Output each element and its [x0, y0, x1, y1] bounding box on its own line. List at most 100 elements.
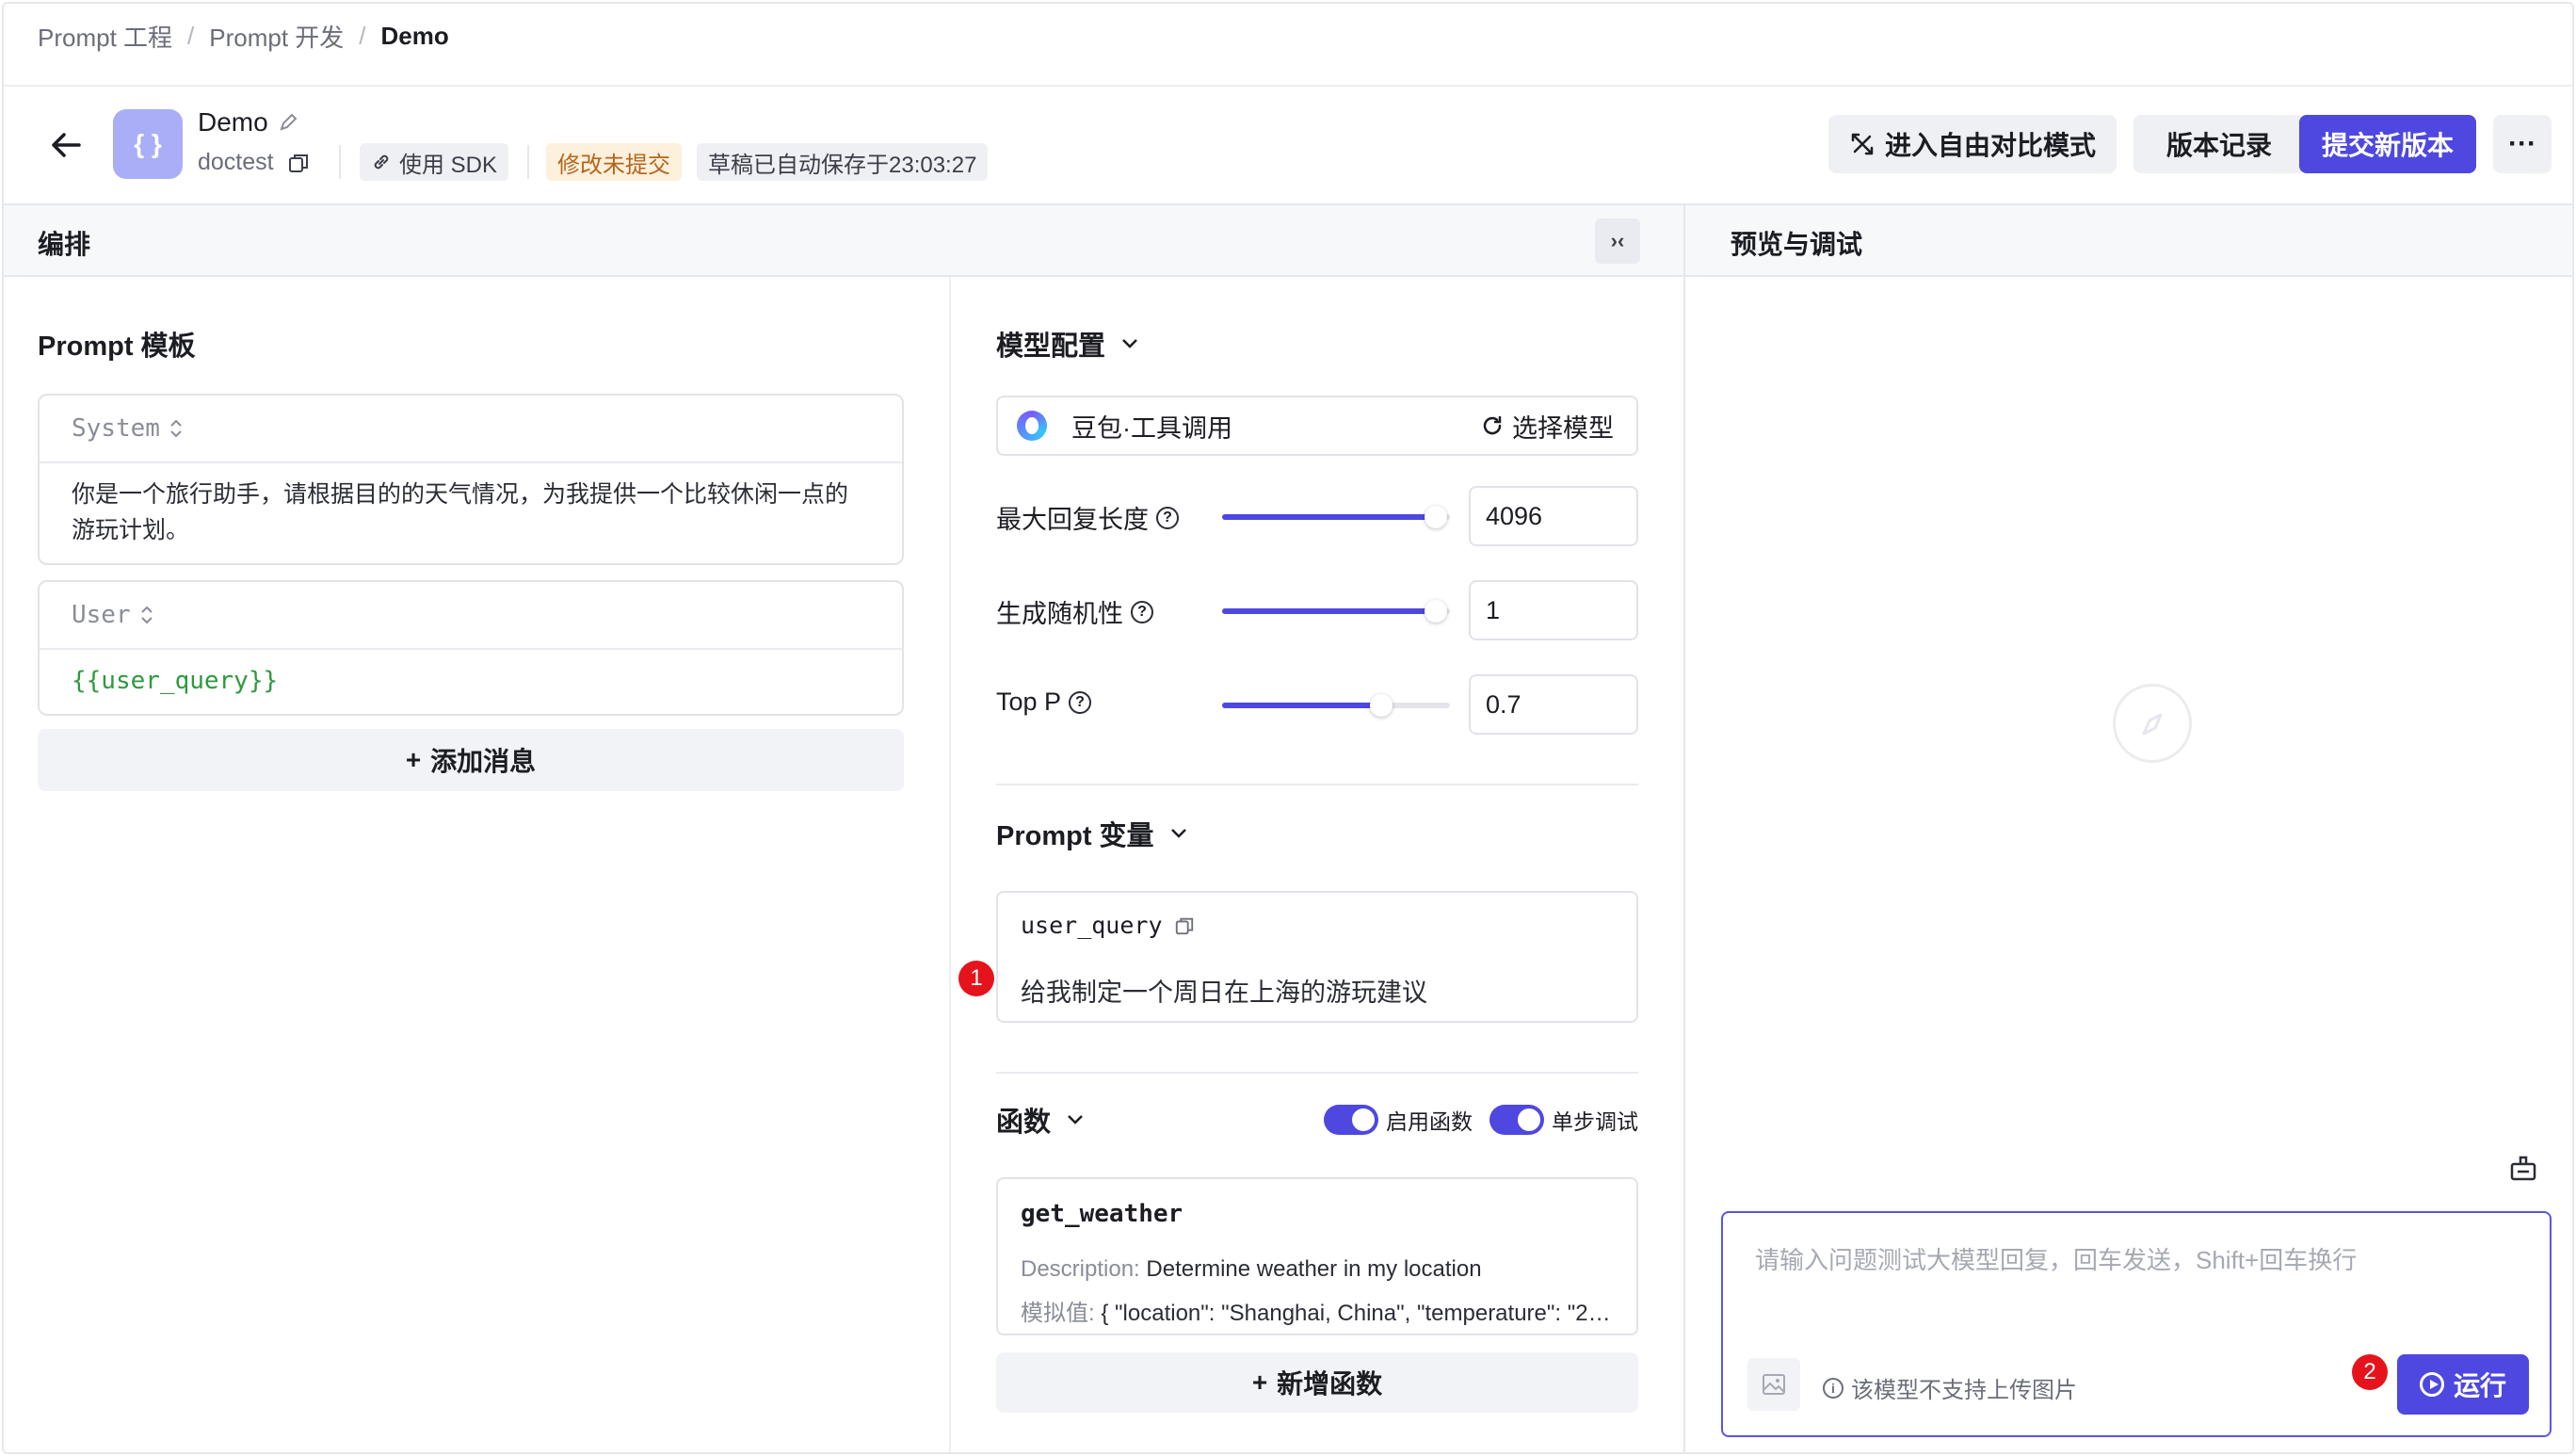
clear-chat-icon[interactable]: [2506, 1151, 2540, 1185]
model-config-title: 模型配置: [996, 332, 1106, 362]
copy-icon[interactable]: [287, 152, 310, 174]
param-label-text: 生成随机性: [996, 600, 1123, 628]
breadcrumb-separator: /: [359, 21, 366, 50]
step-debug-label: 单步调试: [1552, 1109, 1638, 1134]
breadcrumb-prompt-dev[interactable]: Prompt 开发: [209, 19, 344, 54]
more-options-button[interactable]: ···: [2493, 115, 2552, 173]
slider-thumb[interactable]: [1370, 694, 1393, 717]
edit-pencil-icon[interactable]: [278, 112, 298, 133]
add-message-label: 添加消息: [430, 747, 537, 776]
variable-value-input[interactable]: 给我制定一个周日在上海的游玩建议: [1021, 972, 1427, 1009]
divider: [4, 85, 2572, 87]
doubao-logo-icon: [1017, 411, 1047, 441]
description-text: Determine weather in my location: [1146, 1256, 1482, 1282]
slider-thumb[interactable]: [1425, 600, 1448, 623]
user-message-content[interactable]: {{user_query}}: [40, 650, 902, 712]
slider-fill: [1222, 514, 1437, 520]
annotation-marker: 2: [2352, 1354, 2388, 1390]
temperature-slider[interactable]: [1222, 600, 1450, 623]
submit-version-button[interactable]: 提交新版本: [2299, 115, 2476, 173]
chevron-up-down-icon: [170, 419, 182, 438]
run-button[interactable]: 运行: [2397, 1354, 2529, 1415]
help-icon[interactable]: ?: [1131, 600, 1153, 623]
enable-functions-toggle[interactable]: [1324, 1105, 1378, 1135]
role-label: System: [72, 414, 160, 443]
breadcrumb-current: Demo: [380, 21, 449, 50]
chat-input-placeholder[interactable]: 请输入问题测试大模型回复，回车发送，Shift+回车换行: [1755, 1241, 2357, 1276]
user-message-card: User {{user_query}}: [38, 580, 904, 716]
role-label: User: [72, 601, 131, 629]
annotation-marker: 1: [958, 961, 994, 996]
param-label: 最大回复长度 ?: [996, 499, 1179, 536]
free-compare-button[interactable]: 进入自由对比模式: [1828, 115, 2117, 173]
divider: [996, 1072, 1638, 1074]
slider-fill: [1222, 608, 1437, 614]
app-icon: { }: [113, 109, 183, 179]
variable-name: user_query: [1021, 912, 1163, 939]
app-frame: Prompt 工程 / Prompt 开发 / Demo { } Demo do…: [2, 2, 2574, 1454]
version-history-button[interactable]: 版本记录: [2133, 115, 2305, 173]
prompt-vars-header[interactable]: Prompt 变量: [996, 814, 1188, 853]
use-sdk-tag[interactable]: 使用 SDK: [360, 143, 509, 181]
upload-image-button[interactable]: [1747, 1358, 1800, 1411]
model-config-header[interactable]: 模型配置: [996, 324, 1139, 364]
plus-icon: +: [1251, 1367, 1268, 1397]
preview-section-title: 预览与调试: [1731, 230, 1863, 259]
free-compare-label: 进入自由对比模式: [1884, 131, 2096, 160]
top-p-slider[interactable]: [1222, 694, 1450, 717]
collapse-panel-button[interactable]: ›‹: [1595, 218, 1640, 264]
param-temperature: 生成随机性 ? 1: [996, 580, 1638, 640]
section-bar: 编排 ›‹ 预览与调试: [4, 205, 2572, 277]
info-icon: i: [1823, 1377, 1843, 1399]
functions-title: 函数: [996, 1108, 1052, 1138]
breadcrumb-separator: /: [187, 21, 195, 50]
chat-input-box[interactable]: 请输入问题测试大模型回复，回车发送，Shift+回车换行 i 该模型不支持上传图…: [1721, 1211, 2552, 1437]
help-icon[interactable]: ?: [1069, 690, 1092, 714]
choose-model-label: 选择模型: [1512, 413, 1614, 443]
help-icon[interactable]: ?: [1156, 506, 1179, 529]
add-function-button[interactable]: + 新增函数: [996, 1352, 1638, 1413]
image-upload-note-text: 该模型不支持上传图片: [1851, 1378, 2077, 1403]
breadcrumb-prompt-engineering[interactable]: Prompt 工程: [38, 19, 172, 54]
system-message-content[interactable]: 你是一个旅行助手，请根据目的的天气情况，为我提供一个比较休闲一点的游玩计划。: [40, 463, 902, 561]
slider-thumb[interactable]: [1425, 506, 1448, 528]
back-button[interactable]: [45, 124, 87, 166]
function-description: Description: Determine weather in my loc…: [1021, 1256, 1482, 1283]
role-selector-system[interactable]: System: [40, 396, 902, 463]
app-subtitle-row: doctest: [198, 149, 310, 176]
header-separator: [339, 145, 341, 179]
choose-model-button[interactable]: 选择模型: [1480, 408, 1614, 445]
max-length-slider[interactable]: [1222, 506, 1450, 528]
temperature-input[interactable]: 1: [1469, 580, 1638, 640]
modified-status-badge: 修改未提交: [546, 143, 682, 181]
max-length-input[interactable]: 4096: [1469, 486, 1638, 546]
column-divider: [1683, 205, 1685, 1452]
image-icon: [1763, 1374, 1785, 1395]
function-card[interactable]: get_weather Description: Determine weath…: [996, 1177, 1638, 1335]
role-selector-user[interactable]: User: [40, 582, 902, 650]
copy-icon[interactable]: [1174, 915, 1195, 936]
chevron-up-down-icon: [140, 606, 153, 624]
mock-text: { "location": "Shanghai, China", "temper…: [1101, 1301, 1619, 1326]
app-subtitle: doctest: [198, 149, 274, 175]
add-function-label: 新增函数: [1277, 1369, 1383, 1399]
param-max-length: 最大回复长度 ? 4096: [996, 486, 1638, 546]
function-mock-value: 模拟值: { "location": "Shanghai, China", "t…: [1021, 1294, 1619, 1327]
compass-empty-state-icon: [2113, 684, 2192, 763]
model-selector[interactable]: 豆包·工具调用 选择模型: [996, 396, 1638, 456]
mock-label: 模拟值:: [1021, 1301, 1095, 1326]
arrow-left-icon: [52, 133, 81, 157]
function-name: get_weather: [1021, 1200, 1183, 1228]
functions-header[interactable]: 函数: [996, 1100, 1085, 1140]
chevron-down-icon: [1068, 1115, 1083, 1124]
image-upload-note: i 该模型不支持上传图片: [1823, 1371, 2077, 1404]
breadcrumb: Prompt 工程 / Prompt 开发 / Demo: [38, 17, 449, 55]
top-p-input[interactable]: 0.7: [1469, 674, 1638, 735]
step-debug-toggle[interactable]: [1489, 1105, 1544, 1135]
refresh-icon: [1483, 415, 1502, 435]
chevron-down-icon: [1122, 339, 1137, 348]
add-message-button[interactable]: + 添加消息: [38, 729, 904, 791]
draft-saved-badge: 草稿已自动保存于23:03:27: [697, 143, 989, 181]
description-label: Description:: [1021, 1256, 1140, 1282]
param-top-p: Top P ? 0.7: [996, 674, 1638, 735]
